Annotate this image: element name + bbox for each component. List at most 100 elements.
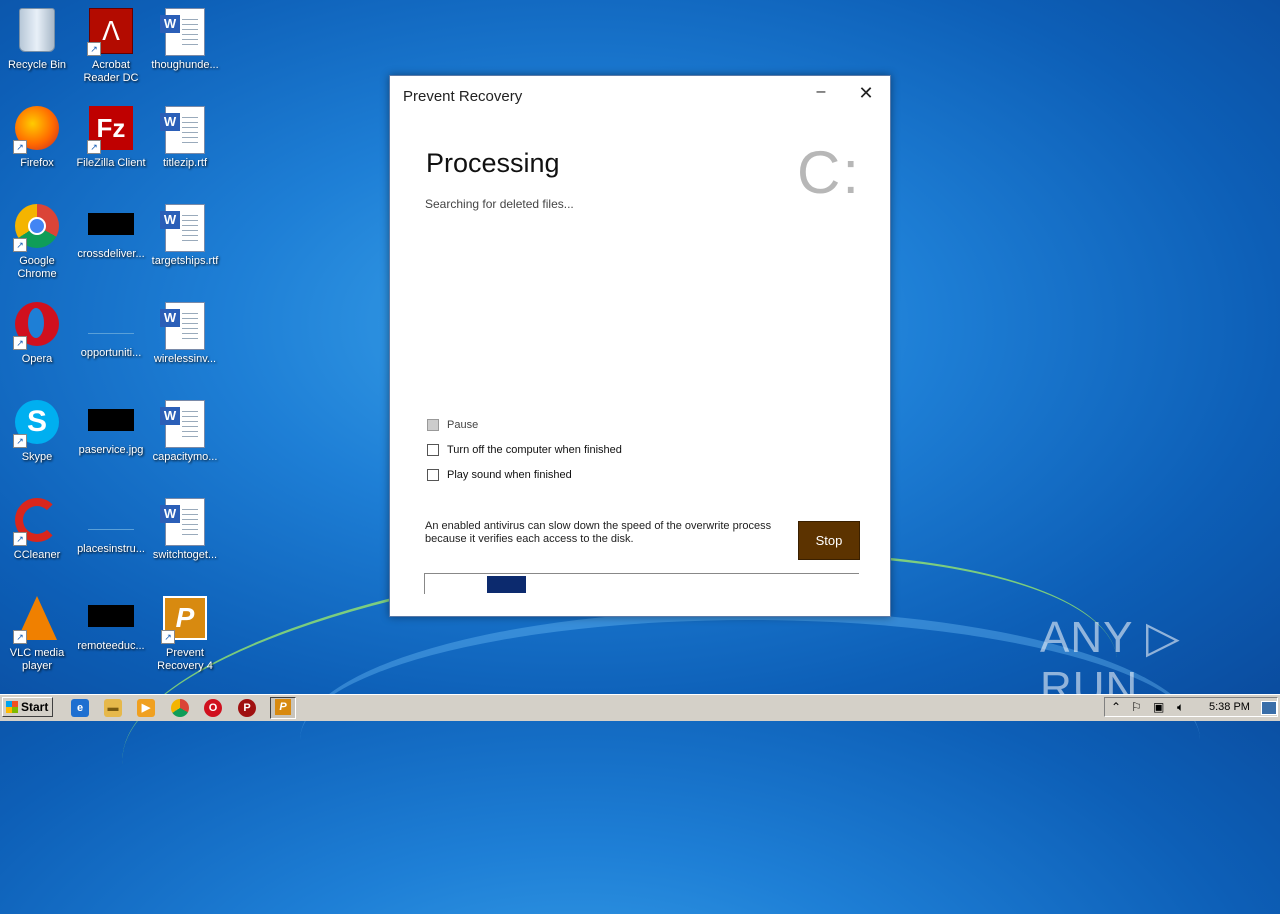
desktop-icon-capacitymo[interactable]: W capacitymo...	[148, 396, 222, 464]
prevent-recovery-icon[interactable]: P	[238, 699, 256, 717]
progress-indicator	[487, 576, 526, 593]
sound-label[interactable]: Play sound when finished	[447, 469, 572, 481]
shutdown-label[interactable]: Turn off the computer when finished	[447, 444, 622, 456]
opera-icon[interactable]: O	[204, 699, 222, 717]
close-button[interactable]: ✕	[855, 82, 877, 104]
desktop-icon-filezilla[interactable]: Fz ↗ FileZilla Client	[74, 102, 148, 170]
pause-checkbox	[427, 419, 439, 431]
acrobat-icon: ᐱ ↗	[87, 8, 135, 56]
image-thumbnail	[88, 409, 134, 431]
shutdown-checkbox[interactable]	[427, 444, 439, 456]
pause-label: Pause	[447, 419, 479, 431]
desktop-icon-label: crossdeliver...	[77, 248, 145, 260]
desktop-icon-recycle-bin[interactable]: Recycle Bin	[0, 4, 74, 72]
clock[interactable]: 5:38 PM	[1209, 701, 1250, 713]
ccleaner-icon: ↗	[13, 498, 61, 546]
word-document-icon: W	[160, 498, 209, 546]
action-center-flag-icon[interactable]: ⚐	[1131, 700, 1142, 714]
desktop-icon-prevent-recovery[interactable]: P ↗ Prevent Recovery 4	[148, 592, 222, 673]
sound-checkbox-row[interactable]: Play sound when finished	[427, 469, 572, 481]
desktop-icon-label: FileZilla Client	[76, 157, 146, 169]
desktop-icon-label: Google Chrome	[17, 255, 57, 280]
desktop-icon-label: opportuniti...	[80, 347, 142, 359]
desktop-icon-label: switchtoget...	[152, 549, 218, 561]
desktop-icon-remoteeduc[interactable]: remoteeduc...	[74, 592, 148, 653]
opera-icon: ↗	[13, 302, 61, 350]
image-thumbnail	[88, 605, 134, 627]
word-document-icon: W	[160, 400, 209, 448]
desktop-icon-label: placesinstru...	[77, 543, 145, 555]
minimize-button[interactable]: –	[810, 82, 832, 104]
desktop-icon-acrobat[interactable]: ᐱ ↗ Acrobat Reader DC	[74, 4, 148, 85]
show-desktop-icon[interactable]	[1261, 701, 1277, 715]
desktop-icon-opportunities[interactable]: opportuniti...	[74, 298, 148, 360]
desktop-icon-ccleaner[interactable]: ↗ CCleaner	[0, 494, 74, 562]
desktop-icon-label: targetships.rtf	[151, 255, 219, 267]
desktop-icon-google-chrome[interactable]: ↗ Google Chrome	[0, 200, 74, 281]
desktop-icon-placesinstru[interactable]: placesinstru...	[74, 494, 148, 556]
desktop-icon-label: Skype	[21, 451, 53, 463]
desktop-icon-firefox[interactable]: ↗ Firefox	[0, 102, 74, 170]
desktop-icon-titlezip[interactable]: W titlezip.rtf	[148, 102, 222, 170]
desktop-icon-label: VLC media player	[9, 647, 65, 672]
windows-logo-icon	[6, 701, 18, 713]
prevent-recovery-window: Prevent Recovery – ✕ Processing C: Searc…	[389, 75, 891, 617]
desktop-icon-wirelessinv[interactable]: W wirelessinv...	[148, 298, 222, 366]
sound-checkbox[interactable]	[427, 469, 439, 481]
shutdown-checkbox-row[interactable]: Turn off the computer when finished	[427, 444, 622, 456]
start-label: Start	[21, 700, 49, 714]
image-thumbnail	[88, 311, 134, 334]
desktop-icon-label: Acrobat Reader DC	[83, 59, 139, 84]
desktop-icon-skype[interactable]: S ↗ Skype	[0, 396, 74, 464]
antivirus-note: An enabled antivirus can slow down the s…	[425, 520, 772, 545]
filezilla-icon: Fz ↗	[87, 106, 135, 154]
taskbar: Start e ▬ ▶ O P P ⌃ ⚐ ▣ 🔈︎ 5:38 PM	[0, 694, 1280, 721]
start-button[interactable]: Start	[2, 697, 53, 717]
show-hidden-icons-icon[interactable]: ⌃	[1111, 700, 1121, 714]
desktop-icon-paservice[interactable]: paservice.jpg	[74, 396, 148, 457]
prevent-recovery-icon: P ↗	[161, 596, 209, 644]
desktop-icon-label: wirelessinv...	[153, 353, 217, 365]
progress-bar	[424, 573, 859, 594]
image-thumbnail	[88, 213, 134, 235]
word-document-icon: W	[160, 8, 209, 56]
firefox-icon: ↗	[13, 106, 61, 154]
desktop-icon-label: titlezip.rtf	[162, 157, 207, 169]
word-document-icon: W	[160, 302, 209, 350]
network-icon[interactable]: ▣	[1153, 700, 1164, 714]
desktop-icon-opera[interactable]: ↗ Opera	[0, 298, 74, 366]
desktop-icon-vlc[interactable]: ↗ VLC media player	[0, 592, 74, 673]
explorer-icon[interactable]: ▬	[104, 699, 122, 717]
desktop-icon-label: CCleaner	[13, 549, 61, 561]
desktop-icon-thoughunde[interactable]: W thoughunde...	[148, 4, 222, 72]
skype-icon: S ↗	[13, 400, 61, 448]
word-document-icon: W	[160, 204, 209, 252]
window-title: Prevent Recovery	[403, 88, 523, 105]
system-tray: ⌃ ⚐ ▣ 🔈︎ 5:38 PM	[1104, 697, 1278, 717]
media-player-icon[interactable]: ▶	[137, 699, 155, 717]
status-text: Searching for deleted files...	[425, 197, 574, 211]
page-title: Processing	[426, 148, 560, 178]
desktop-icon-label: Recycle Bin	[7, 59, 67, 71]
desktop-icon-label: Firefox	[20, 157, 54, 169]
desktop-icon-crossdeliver[interactable]: crossdeliver...	[74, 200, 148, 261]
image-thumbnail	[88, 507, 134, 530]
ie-icon[interactable]: e	[71, 699, 89, 717]
word-document-icon: W	[160, 106, 209, 154]
desktop-icon-label: Opera	[21, 353, 53, 365]
desktop-icon-label: paservice.jpg	[78, 444, 144, 456]
recycle-bin-icon	[13, 8, 61, 56]
desktop-icon-label: remoteeduc...	[77, 640, 145, 652]
vlc-icon: ↗	[13, 596, 61, 644]
pause-checkbox-row: Pause	[427, 419, 478, 431]
chrome-icon[interactable]	[171, 699, 189, 717]
chrome-icon: ↗	[13, 204, 61, 252]
desktop-icon-label: Prevent Recovery 4	[157, 647, 213, 672]
stop-button[interactable]: Stop	[798, 521, 860, 560]
prevent-recovery-active-icon[interactable]: P	[270, 697, 296, 719]
desktop-icon-switchtoget[interactable]: W switchtoget...	[148, 494, 222, 562]
desktop-icon-label: thoughunde...	[151, 59, 219, 71]
desktop-icon-targetships[interactable]: W targetships.rtf	[148, 200, 222, 268]
volume-icon[interactable]: 🔈︎	[1177, 700, 1184, 715]
desktop-icon-label: capacitymo...	[152, 451, 218, 463]
